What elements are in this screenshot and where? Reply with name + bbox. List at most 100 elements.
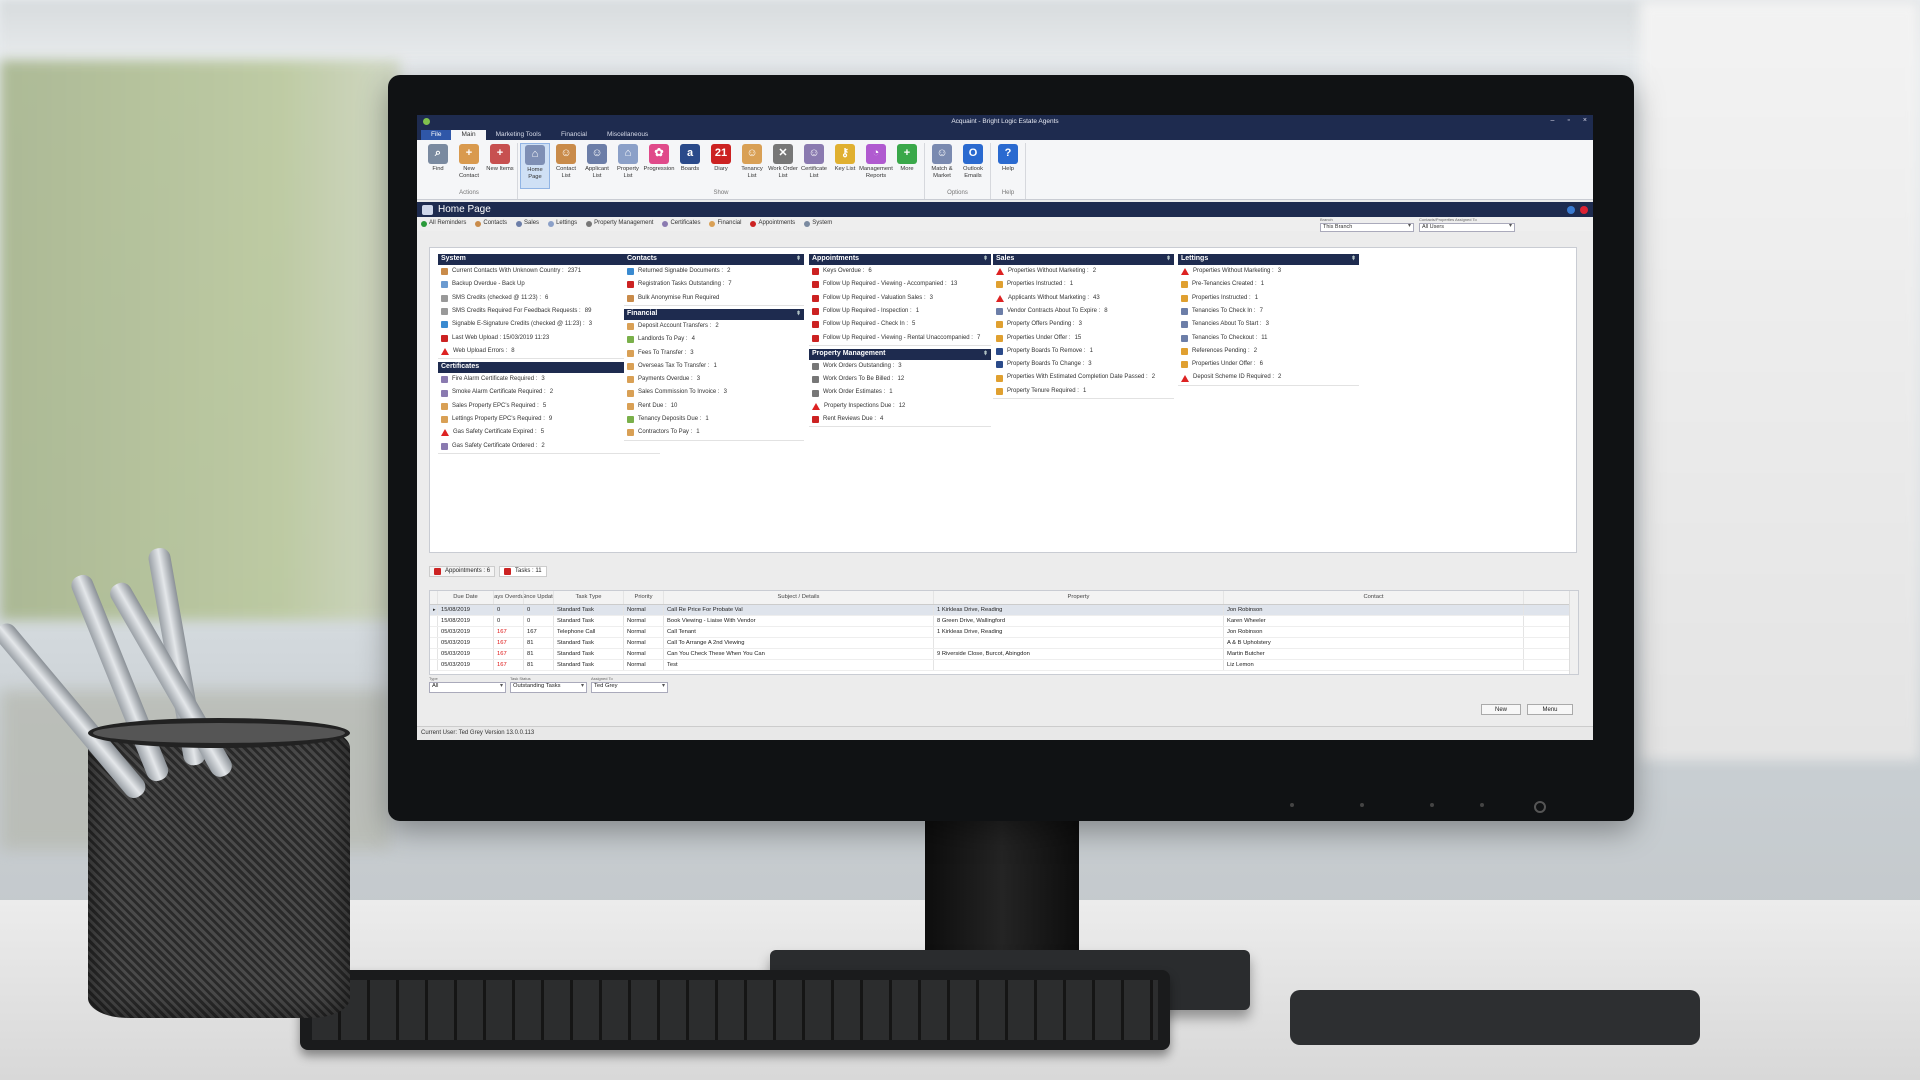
refresh-icon[interactable] <box>1567 205 1575 214</box>
menu-button[interactable]: Menu <box>1527 704 1573 715</box>
column-header[interactable]: Days Overdue <box>494 591 524 604</box>
panel-title[interactable]: Lettings <box>1178 254 1359 265</box>
tab-file[interactable]: File <box>421 130 452 140</box>
reminder-item[interactable]: Properties Instructed :1 <box>993 278 1174 291</box>
reminder-item[interactable]: Deposit Scheme ID Required :2 <box>1178 371 1359 384</box>
task-status-select[interactable]: Outstanding Tasks <box>510 681 587 693</box>
filter-tab-property-management[interactable]: Property Management <box>586 220 653 227</box>
reminder-item[interactable]: Follow Up Required - Check In :5 <box>809 318 991 331</box>
reminder-item[interactable]: Property Offers Pending :3 <box>993 318 1174 331</box>
magnifier-button[interactable]: ⌕ Find <box>423 143 453 189</box>
panel-title[interactable]: Sales <box>993 254 1174 265</box>
column-header[interactable]: Since Update <box>524 591 554 604</box>
table-row[interactable]: 05/03/2019 167 81 Standard Task Normal Can Yo… <box>430 649 1578 660</box>
filter-tab-appointments[interactable]: Appointments <box>750 220 795 227</box>
close-button[interactable]: × <box>1583 117 1587 125</box>
reminder-item[interactable]: Follow Up Required - Valuation Sales :3 <box>809 292 991 305</box>
assigned-select[interactable]: All Users <box>1419 222 1515 232</box>
reminder-item[interactable]: Properties With Estimated Completion Dat… <box>993 371 1174 384</box>
filter-tab-lettings[interactable]: Lettings <box>548 220 577 227</box>
diary-button[interactable]: 21 Diary <box>706 143 736 189</box>
column-header[interactable]: Contact <box>1224 591 1524 604</box>
reminder-item[interactable]: Rent Reviews Due :4 <box>809 413 991 426</box>
work-order-button[interactable]: ✕ Work Order List <box>768 143 798 189</box>
reminder-item[interactable]: Applicants Without Marketing :43 <box>993 292 1174 305</box>
reminder-item[interactable]: Tenancies To Check In :7 <box>1178 305 1359 318</box>
progression-button[interactable]: ✿ Progression <box>644 143 674 189</box>
reminder-item[interactable]: Registration Tasks Outstanding :7 <box>624 278 804 291</box>
new-button[interactable]: New <box>1481 704 1521 715</box>
reminder-item[interactable]: Rent Due :10 <box>624 400 804 413</box>
property-list-button[interactable]: ⌂ Property List <box>613 143 643 189</box>
reminder-item[interactable]: Work Orders To Be Billed :12 <box>809 373 991 386</box>
applicant-list-button[interactable]: ☺ Applicant List <box>582 143 612 189</box>
tab-marketing-tools[interactable]: Marketing Tools <box>486 130 551 140</box>
tab-main[interactable]: Main <box>451 130 486 140</box>
reminder-item[interactable]: Bulk Anonymise Run Required <box>624 292 804 305</box>
certificate-list-button[interactable]: ☺ Certificate List <box>799 143 829 189</box>
filter-tab-system[interactable]: System <box>804 220 832 227</box>
reminder-item[interactable]: Property Tenure Required :1 <box>993 385 1174 398</box>
filter-tab-financial[interactable]: Financial <box>709 220 741 227</box>
reminder-item[interactable]: Follow Up Required - Viewing - Rental Un… <box>809 331 991 344</box>
close-page-icon[interactable] <box>1580 205 1588 214</box>
column-header[interactable]: Property <box>934 591 1224 604</box>
column-header[interactable]: Priority <box>624 591 664 604</box>
reminder-item[interactable]: Payments Overdue :3 <box>624 373 804 386</box>
reminder-item[interactable]: Properties Under Offer :6 <box>1178 358 1359 371</box>
tasks-scrollbar[interactable] <box>1569 591 1578 674</box>
reminder-item[interactable]: Landlords To Pay :4 <box>624 333 804 346</box>
minimize-button[interactable]: – <box>1551 117 1555 125</box>
reminder-item[interactable]: Sales Commission To Invoice :3 <box>624 386 804 399</box>
reminder-item[interactable]: Property Inspections Due :12 <box>809 400 991 413</box>
tab-financial[interactable]: Financial <box>551 130 597 140</box>
reminder-item[interactable]: Returned Signable Documents :2 <box>624 265 804 278</box>
restore-button[interactable]: ▫ <box>1567 117 1569 125</box>
reminder-item[interactable]: Vendor Contracts About To Expire :8 <box>993 305 1174 318</box>
reminder-item[interactable]: Tenancies About To Start :3 <box>1178 318 1359 331</box>
reminder-item[interactable]: Properties Instructed :1 <box>1178 292 1359 305</box>
tenancy-list-button[interactable]: ☺ Tenancy List <box>737 143 767 189</box>
reminder-item[interactable]: Tenancy Deposits Due :1 <box>624 413 804 426</box>
column-header[interactable]: Subject / Details <box>664 591 934 604</box>
more-button[interactable]: + More <box>892 143 922 189</box>
key-list-button[interactable]: ⚷ Key List <box>830 143 860 189</box>
reminder-item[interactable]: Keys Overdue :6 <box>809 265 991 278</box>
filter-tab-contacts[interactable]: Contacts <box>475 220 507 227</box>
panel-title[interactable]: Appointments <box>809 254 991 265</box>
reminder-item[interactable]: Property Boards To Change :3 <box>993 358 1174 371</box>
filter-tab-certificates[interactable]: Certificates <box>662 220 700 227</box>
reminder-item[interactable]: Follow Up Required - Viewing - Accompani… <box>809 278 991 291</box>
column-header[interactable]: Due Date <box>438 591 494 604</box>
reminder-item[interactable]: Properties Without Marketing :2 <box>993 265 1174 278</box>
contact-list-button[interactable]: ☺ Contact List <box>551 143 581 189</box>
reminder-item[interactable]: Overseas Tax To Transfer :1 <box>624 360 804 373</box>
table-row[interactable]: 15/08/2019 0 0 Standard Task Normal Book View… <box>430 616 1578 627</box>
reminder-item[interactable]: Property Boards To Remove :1 <box>993 345 1174 358</box>
column-header[interactable]: Task Type <box>554 591 624 604</box>
boards-button[interactable]: a Boards <box>675 143 705 189</box>
table-row[interactable]: 05/03/2019 167 167 Telephone Call Normal Call… <box>430 627 1578 638</box>
filter-tab-sales[interactable]: Sales <box>516 220 539 227</box>
tab-tasks[interactable]: Tasks : 11 <box>499 566 547 578</box>
help-button[interactable]: ? Help <box>993 143 1023 189</box>
management-reports-button[interactable]: ◔ Management Reports <box>859 143 893 189</box>
tab-appointments[interactable]: Appointments : 6 <box>429 566 496 578</box>
tab-miscellaneous[interactable]: Miscellaneous <box>597 130 658 140</box>
reminder-item[interactable]: Deposit Account Transfers :2 <box>624 320 804 333</box>
reminder-item[interactable]: Work Orders Outstanding :3 <box>809 360 991 373</box>
reminder-item[interactable]: Follow Up Required - Inspection :1 <box>809 305 991 318</box>
home-page-button[interactable]: ⌂ Home Page <box>520 143 550 189</box>
outlook-button[interactable]: O Outlook Emails <box>958 143 988 189</box>
reminder-item[interactable]: Contractors To Pay :1 <box>624 426 804 439</box>
table-row[interactable]: 05/03/2019 167 81 Standard Task Normal Call T… <box>430 638 1578 649</box>
type-select[interactable]: All <box>429 681 506 693</box>
branch-select[interactable]: This Branch <box>1320 222 1414 232</box>
reminder-item[interactable]: Properties Without Marketing :3 <box>1178 265 1359 278</box>
table-row[interactable]: 05/03/2019 167 81 Standard Task Normal Test Li… <box>430 660 1578 671</box>
reminder-item[interactable]: Pre-Tenancies Created :1 <box>1178 278 1359 291</box>
assigned-to-select[interactable]: Ted Grey <box>591 681 668 693</box>
reminder-item[interactable]: Work Order Estimates :1 <box>809 386 991 399</box>
reminder-item[interactable]: Fees To Transfer :3 <box>624 346 804 359</box>
new-items-button[interactable]: + New Items <box>485 143 515 189</box>
